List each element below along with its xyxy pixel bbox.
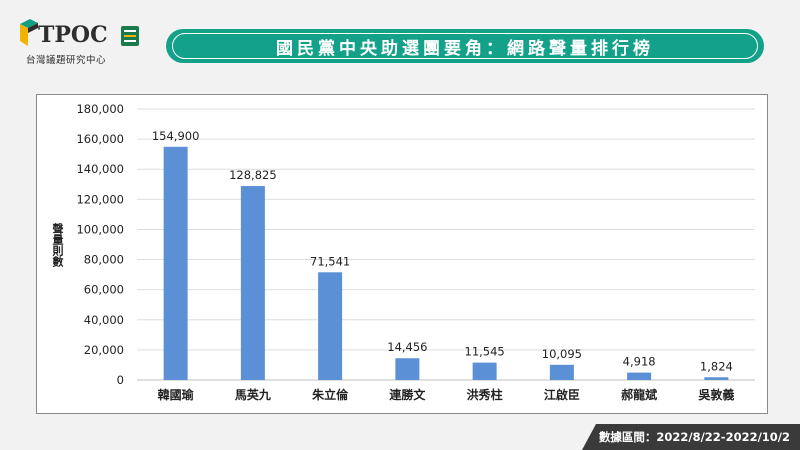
logo-wordmark: TPOC — [38, 22, 108, 48]
data-label: 11,545 — [465, 345, 505, 359]
data-label: 1,824 — [700, 359, 733, 373]
y-tick-label: 20,000 — [84, 343, 124, 357]
category-label: 連勝文 — [389, 387, 426, 402]
bar — [472, 362, 497, 380]
data-label: 128,825 — [229, 168, 277, 182]
category-label: 江啟臣 — [544, 387, 580, 402]
y-tick-label: 100,000 — [76, 222, 124, 236]
chart-panel: 聲量則數 0 20,000 40,000 60,000 80,000 100,000 120… — [36, 94, 768, 414]
y-tick-label: 60,000 — [84, 283, 124, 297]
y-tick-label: 80,000 — [84, 253, 124, 267]
bar — [627, 372, 652, 380]
data-label: 10,095 — [542, 347, 582, 361]
data-label: 4,918 — [623, 355, 656, 369]
y-tick-label: 40,000 — [84, 313, 124, 327]
data-label: 14,456 — [387, 340, 427, 354]
bar-chart: 0 20,000 40,000 60,000 80,000 100,000 120,000 1… — [76, 102, 755, 402]
y-tick-label: 120,000 — [76, 192, 124, 206]
logo-badge-icon — [121, 26, 139, 46]
data-label: 154,900 — [152, 129, 200, 143]
bar — [395, 358, 420, 380]
bar — [318, 272, 343, 380]
title-banner: 國民黨中央助選團要角：網路聲量排行榜 — [166, 29, 764, 63]
bar — [704, 377, 729, 380]
date-range-footer: 數據區間：2022/8/22-2022/10/2 — [582, 424, 800, 450]
category-label: 吳敦義 — [697, 387, 734, 402]
date-range-text: 數據區間：2022/8/22-2022/10/2 — [598, 430, 790, 444]
bar — [240, 186, 265, 380]
page-title: 國民黨中央助選團要角：網路聲量排行榜 — [276, 38, 654, 59]
logo-cube-icon — [20, 19, 38, 46]
tpoc-logo: TPOC 台灣議題研究中心 — [16, 16, 146, 68]
category-label: 郝龍斌 — [621, 387, 657, 402]
y-tick-label: 0 — [117, 373, 124, 387]
logo-subtitle: 台灣議題研究中心 — [26, 55, 107, 66]
category-label: 韓國瑜 — [158, 387, 195, 402]
data-label: 71,541 — [310, 254, 350, 268]
bar — [549, 364, 574, 380]
category-label: 朱立倫 — [312, 387, 349, 402]
y-tick-label: 140,000 — [76, 162, 124, 176]
category-label: 馬英九 — [235, 387, 271, 402]
category-label: 洪秀柱 — [467, 387, 503, 402]
title-banner-frame: 國民黨中央助選團要角：網路聲量排行榜 — [172, 33, 758, 59]
y-tick-label: 180,000 — [76, 102, 124, 116]
y-tick-label: 160,000 — [76, 132, 124, 146]
bar — [163, 146, 188, 380]
